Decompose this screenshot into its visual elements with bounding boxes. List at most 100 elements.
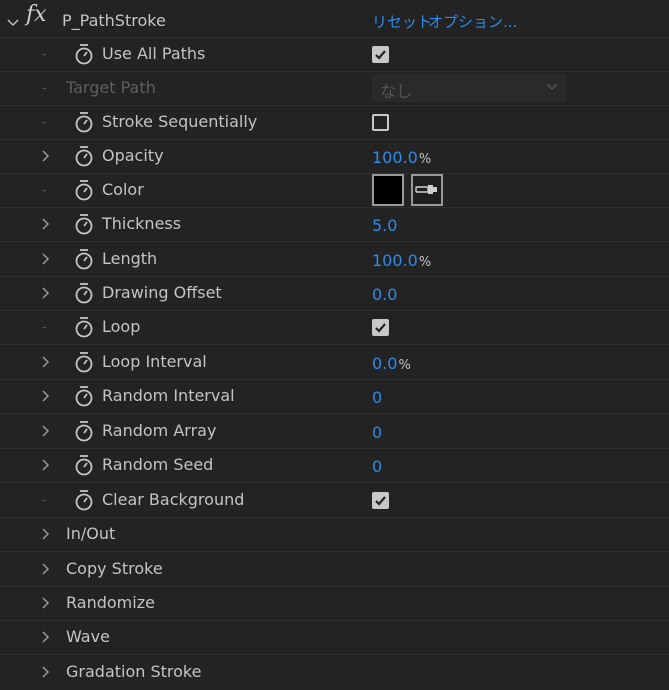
stopwatch-icon[interactable] xyxy=(74,385,94,407)
effect-name: P_PathStroke xyxy=(62,11,166,30)
group-gradation-stroke[interactable]: Gradation Stroke xyxy=(0,656,669,690)
stopwatch-icon[interactable] xyxy=(74,454,94,476)
group-in-out[interactable]: In/Out xyxy=(0,518,669,552)
value-unit: % xyxy=(398,358,411,373)
chevron-right-icon[interactable] xyxy=(38,562,52,576)
stopwatch-icon[interactable] xyxy=(74,213,94,235)
fx-icon: fx xyxy=(26,2,47,27)
param-stroke-sequentially: Stroke Sequentially xyxy=(0,106,669,140)
bullet-dot xyxy=(43,54,46,55)
chevron-right-icon[interactable] xyxy=(38,149,52,163)
stopwatch-icon[interactable] xyxy=(74,282,94,304)
value-unit: % xyxy=(418,152,432,167)
stopwatch-icon[interactable] xyxy=(74,248,94,270)
random-seed-value[interactable]: 0 xyxy=(372,457,382,476)
param-label: Loop xyxy=(102,317,141,336)
param-label: Thickness xyxy=(102,214,182,233)
param-target-path: Target Path なし xyxy=(0,72,669,106)
value-number: 0.0 xyxy=(372,354,398,373)
random-array-value[interactable]: 0 xyxy=(372,423,382,442)
use-all-paths-checkbox[interactable] xyxy=(372,46,389,63)
chevron-right-icon[interactable] xyxy=(38,355,52,369)
loop-interval-value[interactable]: 0.0% xyxy=(372,354,411,373)
chevron-right-icon[interactable] xyxy=(38,458,52,472)
group-copy-stroke[interactable]: Copy Stroke xyxy=(0,553,669,587)
opacity-value[interactable]: 100.0% xyxy=(372,148,431,167)
stopwatch-icon[interactable] xyxy=(74,316,94,338)
bullet-dot xyxy=(43,327,46,328)
param-loop-interval: Loop Interval 0.0% xyxy=(0,346,669,380)
param-random-interval: Random Interval 0 xyxy=(0,380,669,414)
chevron-down-icon xyxy=(546,83,558,91)
bullet-dot xyxy=(43,500,46,501)
param-loop: Loop xyxy=(0,311,669,345)
param-random-seed: Random Seed 0 xyxy=(0,449,669,483)
param-label: Stroke Sequentially xyxy=(102,112,258,131)
stopwatch-icon[interactable] xyxy=(74,351,94,373)
chevron-right-icon[interactable] xyxy=(38,286,52,300)
bullet-dot xyxy=(43,122,46,123)
param-color: Color xyxy=(0,174,669,208)
param-label: Opacity xyxy=(102,146,164,165)
drawing-offset-value[interactable]: 0.0 xyxy=(372,285,397,304)
chevron-right-icon[interactable] xyxy=(38,665,52,679)
group-wave[interactable]: Wave xyxy=(0,621,669,655)
chevron-right-icon[interactable] xyxy=(38,424,52,438)
group-label: Wave xyxy=(66,627,110,646)
group-label: Randomize xyxy=(66,593,155,612)
param-label: Clear Background xyxy=(102,490,245,509)
effect-header: fx P_PathStroke リセット オプション... xyxy=(0,0,669,38)
param-label: Random Interval xyxy=(102,386,235,405)
stroke-sequentially-checkbox[interactable] xyxy=(372,114,389,131)
select-value: なし xyxy=(380,82,413,101)
bullet-dot xyxy=(43,88,46,89)
value-number: 100.0 xyxy=(372,251,418,270)
chevron-right-icon[interactable] xyxy=(38,527,52,541)
reset-link[interactable]: リセット xyxy=(372,11,432,32)
thickness-value[interactable]: 5.0 xyxy=(372,216,397,235)
stopwatch-icon[interactable] xyxy=(74,43,94,65)
loop-checkbox[interactable] xyxy=(372,319,389,336)
options-link[interactable]: オプション... xyxy=(428,11,517,32)
param-label: Random Array xyxy=(102,421,217,440)
chevron-right-icon[interactable] xyxy=(38,389,52,403)
group-randomize[interactable]: Randomize xyxy=(0,587,669,621)
param-label: Use All Paths xyxy=(102,44,206,63)
chevron-right-icon[interactable] xyxy=(38,630,52,644)
chevron-right-icon[interactable] xyxy=(38,217,52,231)
target-path-select[interactable]: なし xyxy=(372,74,566,102)
length-value[interactable]: 100.0% xyxy=(372,251,431,270)
stopwatch-icon[interactable] xyxy=(74,111,94,133)
value-unit: % xyxy=(418,255,432,270)
param-drawing-offset: Drawing Offset 0.0 xyxy=(0,277,669,311)
stopwatch-icon[interactable] xyxy=(74,420,94,442)
stopwatch-icon[interactable] xyxy=(74,145,94,167)
param-label: Color xyxy=(102,180,144,199)
group-label: In/Out xyxy=(66,524,116,543)
chevron-right-icon[interactable] xyxy=(38,596,52,610)
param-label: Length xyxy=(102,249,158,268)
param-label: Loop Interval xyxy=(102,352,207,371)
param-random-array: Random Array 0 xyxy=(0,415,669,449)
bullet-dot xyxy=(43,190,46,191)
param-label: Random Seed xyxy=(102,455,214,474)
group-label: Gradation Stroke xyxy=(66,662,202,681)
chevron-right-icon[interactable] xyxy=(38,252,52,266)
param-use-all-paths: Use All Paths xyxy=(0,38,669,72)
value-number: 100.0 xyxy=(372,148,418,167)
stopwatch-icon[interactable] xyxy=(74,179,94,201)
eyedropper-icon xyxy=(415,185,437,194)
eyedropper-button[interactable] xyxy=(411,174,443,206)
group-label: Copy Stroke xyxy=(66,559,163,578)
param-label: Target Path xyxy=(66,78,156,97)
random-interval-value[interactable]: 0 xyxy=(372,388,382,407)
color-swatch[interactable] xyxy=(372,174,404,206)
param-clear-background: Clear Background xyxy=(0,484,669,518)
chevron-down-icon[interactable] xyxy=(7,13,19,32)
param-thickness: Thickness 5.0 xyxy=(0,208,669,242)
clear-background-checkbox[interactable] xyxy=(372,492,389,509)
stopwatch-icon[interactable] xyxy=(74,489,94,511)
param-length: Length 100.0% xyxy=(0,243,669,277)
param-label: Drawing Offset xyxy=(102,283,222,302)
param-opacity: Opacity 100.0% xyxy=(0,140,669,174)
